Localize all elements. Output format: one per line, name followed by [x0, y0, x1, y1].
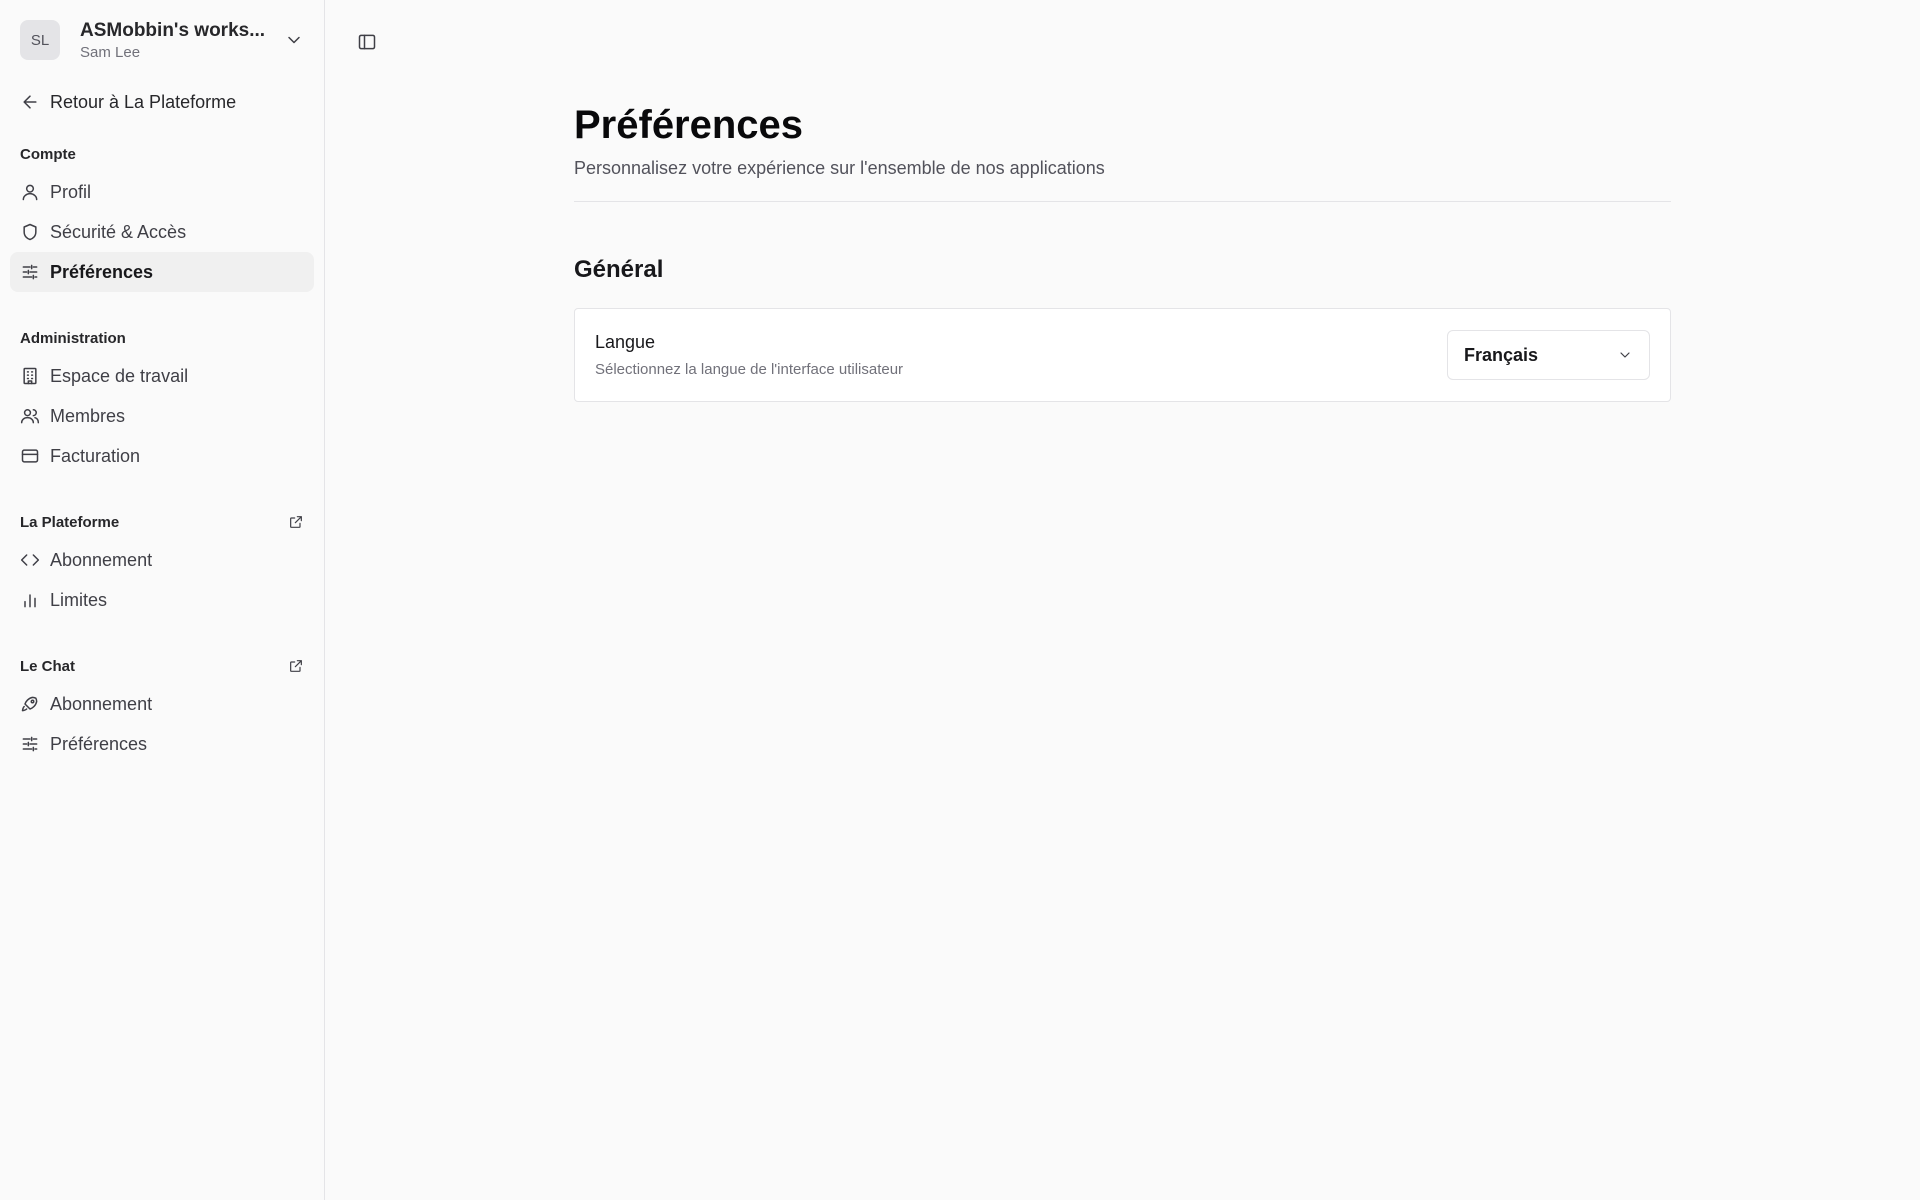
sidebar-item-label: Abonnement: [50, 549, 153, 570]
sidebar-item-preferences[interactable]: Préférences: [10, 252, 314, 292]
sidebar: SL ASMobbin's works... Sam Lee Retour à …: [0, 0, 325, 1200]
section-heading-general: Général: [574, 256, 664, 283]
user-icon: [20, 182, 40, 202]
divider: [574, 201, 1671, 202]
sidebar-section-la-plateforme: La Plateforme Abonnement Limites: [10, 510, 314, 620]
sidebar-item-chat-preferences[interactable]: Préférences: [10, 724, 314, 764]
sidebar-item-label: Limites: [50, 589, 108, 610]
sidebar-item-limites[interactable]: Limites: [10, 580, 314, 620]
bar-chart-icon: [20, 590, 40, 610]
page-title: Préférences: [574, 103, 804, 147]
sidebar-section-title: La Plateforme: [10, 510, 314, 534]
back-to-platform-link[interactable]: Retour à La Plateforme: [10, 82, 314, 122]
rocket-icon: [20, 694, 40, 714]
sidebar-item-chat-abonnement[interactable]: Abonnement: [10, 684, 314, 724]
sidebar-item-securite[interactable]: Sécurité & Accès: [10, 212, 314, 252]
sliders-icon: [20, 262, 40, 282]
sidebar-item-label: Facturation: [50, 445, 141, 466]
sidebar-section-title: Le Chat: [10, 654, 314, 678]
sidebar-section-le-chat: Le Chat Abonnement Préférences: [10, 654, 314, 764]
sidebar-item-label: Profil: [50, 181, 92, 202]
arrow-left-icon: [20, 92, 40, 112]
back-link-label: Retour à La Plateforme: [50, 91, 237, 112]
building-icon: [20, 366, 40, 386]
sidebar-section-compte: Compte Profil Sécurité & Accès Préférenc…: [10, 142, 314, 292]
workspace-name: ASMobbin's works...: [80, 19, 266, 41]
sidebar-item-label: Espace de travail: [50, 365, 189, 386]
language-setting-card: Langue Sélectionnez la langue de l'inter…: [574, 308, 1671, 402]
external-link-icon[interactable]: [288, 658, 304, 674]
external-link-icon[interactable]: [288, 514, 304, 530]
sidebar-item-profil[interactable]: Profil: [10, 172, 314, 212]
sidebar-item-plateforme-abonnement[interactable]: Abonnement: [10, 540, 314, 580]
sidebar-item-label: Préférences: [50, 733, 148, 754]
language-label: Langue: [595, 332, 656, 352]
credit-card-icon: [20, 446, 40, 466]
section-title-text: Administration: [20, 329, 126, 347]
page-subtitle: Personnalisez votre expérience sur l'ens…: [574, 158, 1105, 178]
sidebar-toggle-icon[interactable]: [353, 28, 381, 56]
sidebar-item-label: Abonnement: [50, 693, 153, 714]
workspace-switcher[interactable]: SL ASMobbin's works... Sam Lee: [10, 18, 314, 62]
preferences-panel: Préférences Personnalisez votre expérien…: [574, 100, 1671, 402]
workspace-info: ASMobbin's works... Sam Lee: [80, 20, 284, 61]
avatar: SL: [20, 20, 60, 60]
sidebar-item-label: Sécurité & Accès: [50, 221, 187, 242]
sidebar-section-title: Administration: [10, 326, 314, 350]
workspace-user: Sam Lee: [80, 43, 141, 61]
chevron-down-icon: [284, 30, 304, 50]
sidebar-item-espace-de-travail[interactable]: Espace de travail: [10, 356, 314, 396]
sliders-icon: [20, 734, 40, 754]
app-root: SL ASMobbin's works... Sam Lee Retour à …: [0, 0, 1920, 1200]
sidebar-section-administration: Administration Espace de travail Membres: [10, 326, 314, 476]
main-content: Préférences Personnalisez votre expérien…: [325, 0, 1920, 1200]
sidebar-item-membres[interactable]: Membres: [10, 396, 314, 436]
sidebar-item-label: Préférences: [50, 261, 154, 282]
sidebar-section-title: Compte: [10, 142, 314, 166]
language-select[interactable]: Français: [1447, 330, 1650, 380]
code-icon: [20, 550, 40, 570]
sidebar-item-label: Membres: [50, 405, 126, 426]
chevron-down-icon: [1617, 347, 1633, 363]
section-title-text: Compte: [20, 145, 76, 163]
users-icon: [20, 406, 40, 426]
sidebar-item-facturation[interactable]: Facturation: [10, 436, 314, 476]
section-title-text: La Plateforme: [20, 513, 120, 531]
language-description: Sélectionnez la langue de l'interface ut…: [595, 361, 904, 378]
language-select-value: Français: [1464, 344, 1539, 365]
shield-icon: [20, 222, 40, 242]
language-setting-text: Langue Sélectionnez la langue de l'inter…: [595, 332, 903, 378]
section-title-text: Le Chat: [20, 657, 76, 675]
